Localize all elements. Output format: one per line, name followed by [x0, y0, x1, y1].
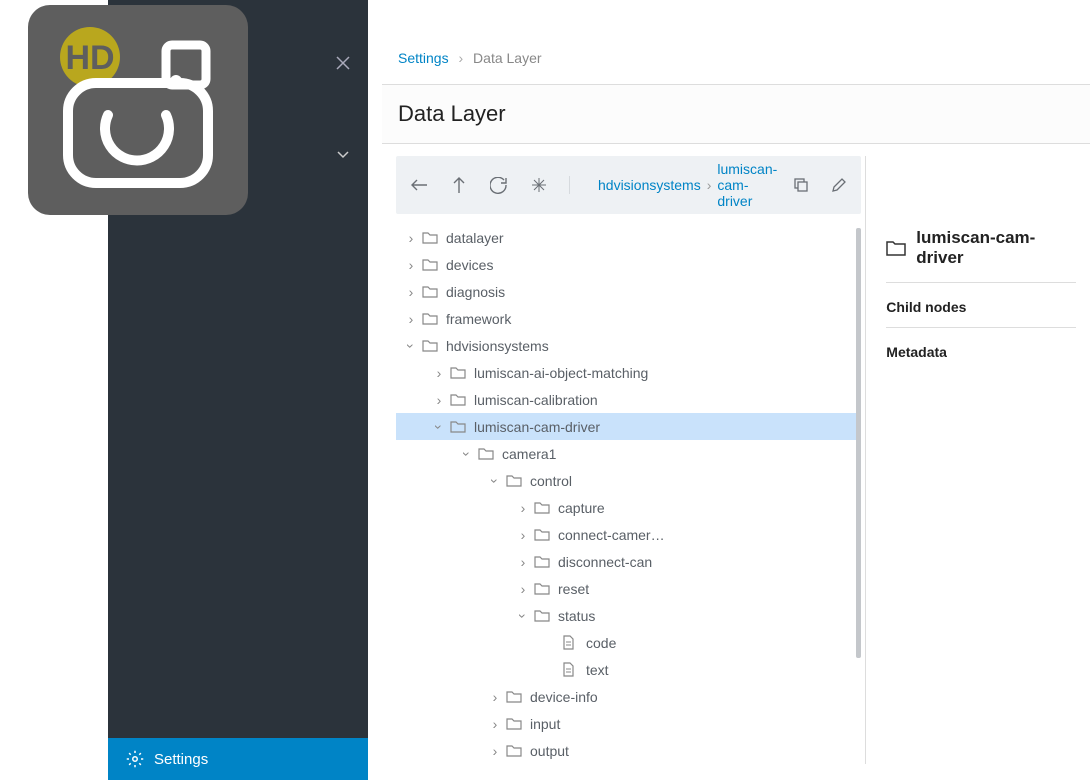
folder-icon: [886, 240, 906, 256]
tree-node[interactable]: ›hdvisionsystems: [396, 332, 861, 359]
folder-icon: [422, 258, 440, 271]
copy-icon[interactable]: [793, 177, 809, 193]
chevron-right-icon[interactable]: ›: [430, 392, 448, 408]
folder-icon: [534, 501, 552, 514]
page-title: Data Layer: [398, 101, 1074, 127]
tree-panel: hdvisionsystems › lumiscan-cam-driver ›d…: [396, 156, 861, 764]
toolbar-breadcrumb: hdvisionsystems › lumiscan-cam-driver: [576, 161, 777, 209]
folder-icon: [450, 393, 468, 406]
tree: ›datalayer ›devices ›diagnosis ›framewor…: [396, 224, 861, 764]
chevron-right-icon[interactable]: ›: [430, 365, 448, 381]
chevron-right-icon[interactable]: ›: [514, 500, 532, 516]
tree-node[interactable]: ›output: [396, 737, 861, 764]
folder-icon: [534, 528, 552, 541]
detail-title: lumiscan-cam-driver: [916, 228, 1076, 268]
gear-icon: [126, 750, 144, 768]
tree-node[interactable]: ›status: [396, 602, 861, 629]
tree-node[interactable]: ›datalayer: [396, 224, 861, 251]
chevron-down-icon[interactable]: ›: [487, 472, 503, 490]
page-title-bar: Data Layer: [382, 84, 1090, 144]
folder-icon: [422, 312, 440, 325]
sparkle-icon[interactable]: [531, 177, 547, 193]
chevron-right-icon[interactable]: ›: [486, 716, 504, 732]
chevron-right-icon[interactable]: ›: [486, 689, 504, 705]
tree-toolbar: hdvisionsystems › lumiscan-cam-driver: [396, 156, 861, 214]
sidebar-item-settings[interactable]: Settings: [108, 738, 368, 780]
chevron-right-icon[interactable]: ›: [402, 257, 420, 273]
detail-title-row: lumiscan-cam-driver: [886, 228, 1076, 283]
folder-icon: [422, 231, 440, 244]
close-icon[interactable]: [336, 56, 350, 70]
folder-icon: [506, 717, 524, 730]
folder-icon: [506, 474, 524, 487]
folder-icon: [534, 582, 552, 595]
detail-section-child-nodes: Child nodes: [886, 283, 1076, 328]
folder-icon: [534, 609, 552, 622]
folder-icon: [422, 285, 440, 298]
tree-node[interactable]: ›control: [396, 467, 861, 494]
chevron-right-icon[interactable]: ›: [486, 743, 504, 759]
tree-node-selected[interactable]: ›lumiscan-cam-driver: [396, 413, 861, 440]
chevron-down-icon[interactable]: ›: [403, 337, 419, 355]
tree-leaf[interactable]: code: [396, 629, 861, 656]
chevron-down-icon[interactable]: ›: [431, 418, 447, 436]
chevron-right-icon[interactable]: ›: [402, 311, 420, 327]
folder-icon: [534, 555, 552, 568]
folder-icon: [478, 447, 496, 460]
folder-icon: [450, 420, 468, 433]
toolbar-breadcrumb-1[interactable]: hdvisionsystems: [598, 177, 701, 193]
sidebar-settings-label: Settings: [154, 751, 208, 768]
tree-node[interactable]: ›framework: [396, 305, 861, 332]
breadcrumb-root[interactable]: Settings: [398, 50, 449, 66]
tree-node[interactable]: ›capture: [396, 494, 861, 521]
svg-text:HD: HD: [65, 39, 114, 77]
toolbar-breadcrumb-2[interactable]: lumiscan-cam-driver: [717, 161, 777, 209]
folder-icon: [506, 690, 524, 703]
tree-leaf[interactable]: text: [396, 656, 861, 683]
folder-icon: [450, 366, 468, 379]
app-logo: HD: [28, 5, 248, 215]
refresh-icon[interactable]: [490, 177, 507, 194]
tree-node[interactable]: ›lumiscan-ai-object-matching: [396, 359, 861, 386]
chevron-right-icon[interactable]: ›: [402, 284, 420, 300]
tree-node[interactable]: ›camera1: [396, 440, 861, 467]
back-icon[interactable]: [410, 178, 428, 192]
file-icon: [562, 662, 580, 677]
detail-section-metadata: Metadata: [886, 328, 1076, 372]
chevron-right-icon: ›: [458, 50, 463, 66]
chevron-right-icon: ›: [707, 177, 712, 193]
chevron-down-icon[interactable]: [336, 150, 350, 160]
breadcrumb-current: Data Layer: [473, 50, 541, 66]
tree-node[interactable]: ›device-info: [396, 683, 861, 710]
main-content: Settings › Data Layer Data Layer hdvisio…: [382, 0, 1090, 780]
tree-node[interactable]: ›diagnosis: [396, 278, 861, 305]
up-icon[interactable]: [452, 176, 466, 194]
folder-icon: [422, 339, 440, 352]
edit-icon[interactable]: [831, 177, 847, 193]
chevron-right-icon[interactable]: ›: [514, 554, 532, 570]
tree-node[interactable]: ›reset: [396, 575, 861, 602]
tree-node[interactable]: ›devices: [396, 251, 861, 278]
detail-panel: lumiscan-cam-driver Child nodes Metadata: [865, 156, 1076, 764]
tree-node[interactable]: ›input: [396, 710, 861, 737]
chevron-right-icon[interactable]: ›: [514, 581, 532, 597]
file-icon: [562, 635, 580, 650]
tree-node[interactable]: ›disconnect-can: [396, 548, 861, 575]
tree-node[interactable]: ›connect-camer…: [396, 521, 861, 548]
tree-node[interactable]: ›lumiscan-calibration: [396, 386, 861, 413]
breadcrumb: Settings › Data Layer: [382, 50, 1090, 84]
folder-icon: [506, 744, 524, 757]
chevron-down-icon[interactable]: ›: [515, 607, 531, 625]
chevron-down-icon[interactable]: ›: [459, 445, 475, 463]
chevron-right-icon[interactable]: ›: [402, 230, 420, 246]
chevron-right-icon[interactable]: ›: [514, 527, 532, 543]
scrollbar[interactable]: [856, 228, 861, 658]
